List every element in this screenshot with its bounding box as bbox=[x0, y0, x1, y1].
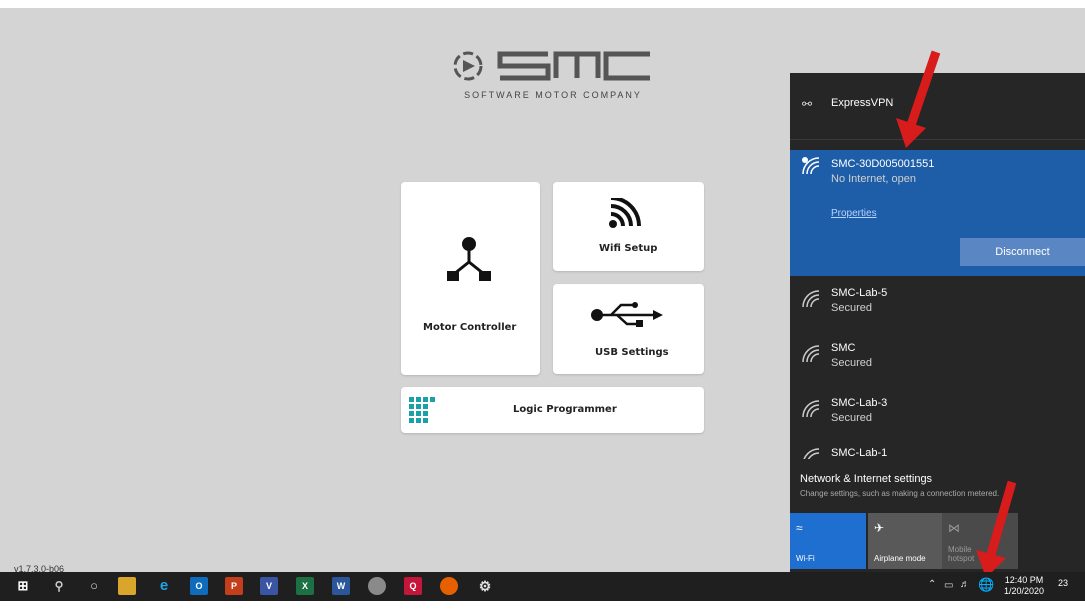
taskbar: ⊞ ⚲ ○ e O P V X W Q ⚙ ⌃ ▭ ♬ 🌐 12:40 PM 1… bbox=[0, 572, 1085, 601]
vpn-label: ExpressVPN bbox=[831, 97, 894, 109]
properties-link[interactable]: Properties bbox=[831, 208, 877, 219]
smc-logo: SOFTWARE MOTOR COMPANY bbox=[448, 46, 658, 116]
cortana-icon[interactable]: ○ bbox=[85, 577, 103, 595]
network-name: SMC-Lab-1 bbox=[831, 447, 888, 459]
edge-icon[interactable]: e bbox=[155, 577, 173, 595]
motor-controller-label: Motor Controller bbox=[423, 322, 517, 333]
notification-icon[interactable]: 23 bbox=[1058, 578, 1080, 596]
wifi-setup-icon bbox=[609, 198, 641, 228]
network-item[interactable]: SMC-Lab-3 Secured bbox=[790, 393, 1085, 449]
clock-time: 12:40 PM bbox=[1004, 575, 1044, 585]
powerpoint-icon[interactable]: P bbox=[225, 577, 243, 595]
quick-action-wifi[interactable]: ≈ Wi-Fi bbox=[790, 513, 866, 569]
wifi-setup-label: Wifi Setup bbox=[599, 243, 658, 254]
volume-icon[interactable]: ♬ bbox=[960, 579, 970, 608]
quick-action-label: Airplane mode bbox=[874, 554, 926, 563]
smc-app-icon[interactable]: ⚙ bbox=[476, 577, 494, 595]
network-globe-icon[interactable]: 🌐 bbox=[978, 577, 994, 606]
firefox-icon[interactable] bbox=[440, 577, 458, 595]
network-name: SMC bbox=[831, 342, 856, 354]
chevron-up-icon[interactable]: ⌃ bbox=[928, 579, 936, 608]
clock-date: 1/20/2020 bbox=[1003, 586, 1045, 596]
wifi-icon: ≈ bbox=[796, 521, 803, 535]
usb-settings-tile[interactable]: USB Settings bbox=[553, 284, 704, 374]
network-settings-description: Change settings, such as making a connec… bbox=[800, 489, 1000, 498]
wifi-setup-tile[interactable]: Wifi Setup bbox=[553, 182, 704, 271]
hotspot-icon: ⋈ bbox=[948, 521, 960, 535]
logic-programmer-icon bbox=[409, 397, 435, 423]
outlook-icon[interactable]: O bbox=[190, 577, 208, 595]
motor-controller-icon bbox=[447, 237, 491, 281]
chrome-icon[interactable] bbox=[368, 577, 386, 595]
annotation-arrow-top bbox=[896, 50, 941, 148]
visio-icon[interactable]: V bbox=[260, 577, 278, 595]
q-app-icon[interactable]: Q bbox=[404, 577, 422, 595]
quick-action-airplane[interactable]: ✈ Airplane mode bbox=[868, 513, 944, 569]
smc-logo-mark bbox=[453, 51, 650, 81]
motor-controller-tile[interactable]: Motor Controller bbox=[401, 182, 540, 375]
wifi-secured-icon bbox=[802, 290, 820, 308]
logo-tagline: SOFTWARE MOTOR COMPANY bbox=[464, 90, 642, 100]
network-status: Secured bbox=[831, 357, 872, 369]
usb-icon bbox=[591, 302, 663, 327]
network-status: Secured bbox=[831, 302, 872, 314]
wifi-secured-icon bbox=[802, 400, 820, 418]
battery-icon[interactable]: ▭ bbox=[944, 580, 953, 609]
airplane-icon: ✈ bbox=[874, 521, 885, 535]
selected-network-status: No Internet, open bbox=[831, 173, 917, 185]
network-item[interactable]: SMC-Lab-5 Secured bbox=[790, 283, 1085, 339]
taskbar-clock[interactable]: 12:40 PM 1/20/2020 bbox=[1000, 575, 1048, 597]
wifi-secured-icon bbox=[802, 345, 820, 363]
quick-action-label: Wi-Fi bbox=[796, 554, 815, 563]
logic-programmer-tile[interactable]: Logic Programmer bbox=[401, 387, 704, 433]
network-item[interactable]: SMC Secured bbox=[790, 338, 1085, 394]
network-item[interactable]: SMC-Lab-1 bbox=[790, 443, 1085, 459]
excel-icon[interactable]: X bbox=[296, 577, 314, 595]
file-explorer-icon[interactable] bbox=[118, 577, 136, 595]
windows-start-icon[interactable]: ⊞ bbox=[14, 577, 32, 595]
logic-programmer-label: Logic Programmer bbox=[513, 404, 617, 415]
notification-count: 23 bbox=[1058, 578, 1069, 588]
network-settings-link[interactable]: Network & Internet settings bbox=[800, 473, 932, 485]
network-status: Secured bbox=[831, 412, 872, 424]
wifi-open-icon bbox=[802, 157, 820, 175]
vpn-icon: ⚯ bbox=[802, 97, 813, 111]
selected-network-name: SMC-30D005001551 bbox=[831, 158, 935, 170]
selected-network[interactable]: SMC-30D005001551 No Internet, open Prope… bbox=[790, 150, 1085, 276]
usb-settings-label: USB Settings bbox=[595, 347, 669, 358]
word-icon[interactable]: W bbox=[332, 577, 350, 595]
annotation-arrow-bottom bbox=[976, 480, 1017, 578]
search-icon[interactable]: ⚲ bbox=[50, 577, 68, 595]
disconnect-button[interactable]: Disconnect bbox=[960, 238, 1085, 266]
wifi-secured-icon bbox=[803, 448, 820, 459]
network-name: SMC-Lab-5 bbox=[831, 287, 888, 299]
network-name: SMC-Lab-3 bbox=[831, 397, 888, 409]
